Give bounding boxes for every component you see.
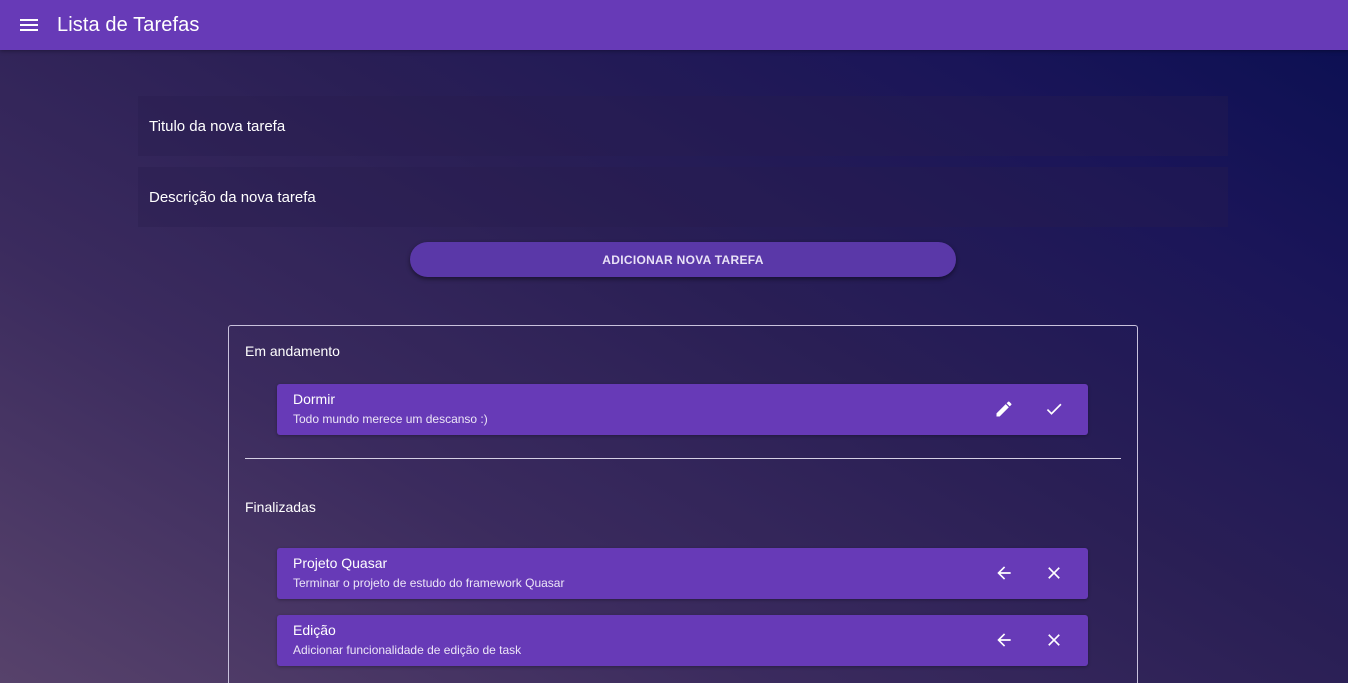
task-actions xyxy=(992,628,1066,652)
menu-icon[interactable] xyxy=(17,13,41,37)
arrow-back-icon[interactable] xyxy=(992,628,1016,652)
close-icon[interactable] xyxy=(1042,561,1066,585)
task-description: Adicionar funcionalidade de edição de ta… xyxy=(293,643,522,657)
task-description: Todo mundo merece um descanso :) xyxy=(293,412,488,426)
arrow-back-icon[interactable] xyxy=(992,561,1016,585)
finished-heading: Finalizadas xyxy=(245,499,316,515)
edit-icon[interactable] xyxy=(992,397,1016,421)
page-title: Lista de Tarefas xyxy=(57,13,200,36)
task-description-field[interactable] xyxy=(138,167,1228,227)
task-title-field[interactable] xyxy=(138,96,1228,156)
task-title: Projeto Quasar xyxy=(293,555,388,571)
task-description: Terminar o projeto de estudo do framewor… xyxy=(293,576,565,590)
task-list-panel: Em andamento Dormir Todo mundo merece um… xyxy=(228,325,1138,683)
task-actions xyxy=(992,397,1066,421)
task-title: Dormir xyxy=(293,391,335,407)
task-title-input[interactable] xyxy=(138,96,1228,156)
section-divider xyxy=(245,458,1121,459)
task-title: Edição xyxy=(293,622,336,638)
close-icon[interactable] xyxy=(1042,628,1066,652)
task-description-input[interactable] xyxy=(138,167,1228,227)
task-actions xyxy=(992,561,1066,585)
task-card: Dormir Todo mundo merece um descanso :) xyxy=(277,384,1088,435)
task-card: Projeto Quasar Terminar o projeto de est… xyxy=(277,548,1088,599)
in-progress-heading: Em andamento xyxy=(245,343,340,359)
task-card: Edição Adicionar funcionalidade de ediçã… xyxy=(277,615,1088,666)
app-header: Lista de Tarefas xyxy=(0,0,1348,50)
check-icon[interactable] xyxy=(1042,397,1066,421)
add-task-button[interactable]: ADICIONAR NOVA TAREFA xyxy=(410,242,956,277)
